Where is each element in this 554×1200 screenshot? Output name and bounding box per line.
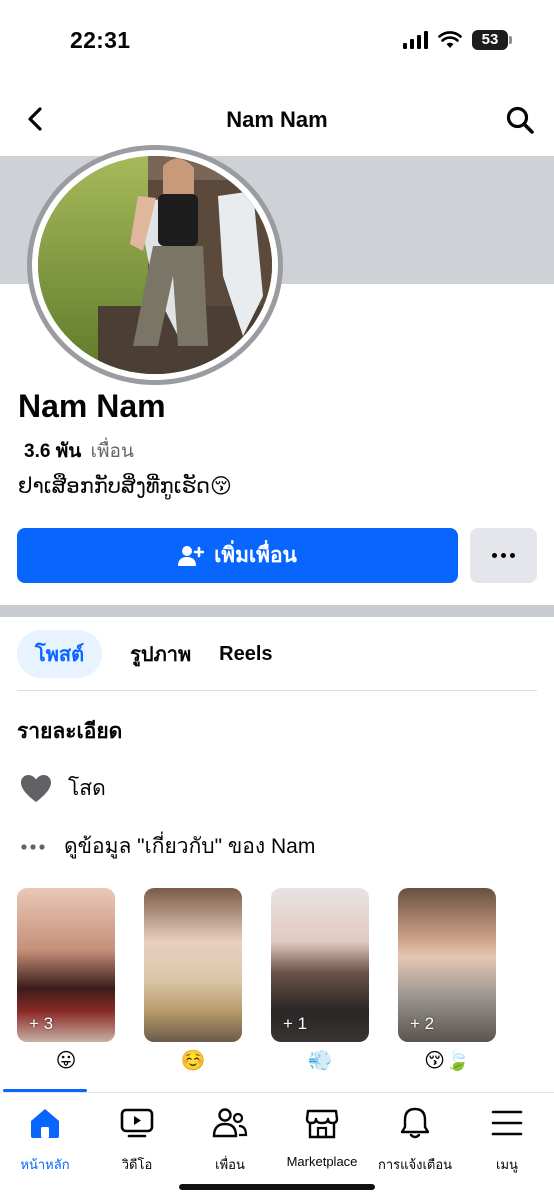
- avatar-container: [14, 120, 290, 380]
- status-time: 22:31: [70, 27, 131, 53]
- nav-marketplace[interactable]: Marketplace: [277, 1105, 367, 1169]
- nav-video-label: วิดีโอ: [121, 1157, 153, 1172]
- about-link[interactable]: ดูข้อมูล "เกี่ยวกับ" ของ Nam: [64, 830, 315, 863]
- nav-friends[interactable]: เพื่อน: [185, 1105, 275, 1175]
- highlight-count: + 2: [410, 1014, 435, 1033]
- profile-name: Nam Nam: [18, 388, 166, 424]
- nav-home-label: หน้าหลัก: [20, 1157, 70, 1172]
- tabs-divider: [17, 690, 537, 691]
- nav-notifications-label: การแจ้งเตือน: [377, 1157, 453, 1172]
- video-icon: [120, 1108, 154, 1138]
- highlight-count: + 3: [29, 1014, 54, 1033]
- nav-marketplace-label: Marketplace: [286, 1154, 358, 1169]
- details-title: รายละเอียด: [17, 720, 123, 743]
- more-dot-icon: [501, 553, 506, 558]
- tab-posts[interactable]: โพสต์: [17, 630, 103, 678]
- add-friend-label: เพิ่มเพื่อน: [214, 544, 297, 567]
- profile-avatar[interactable]: [32, 150, 278, 380]
- nav-notifications[interactable]: การแจ้งเตือน: [370, 1105, 460, 1175]
- nav-video[interactable]: วิดีโอ: [92, 1105, 182, 1175]
- highlight-item[interactable]: + 3 😛: [17, 888, 115, 1073]
- section-divider: [0, 605, 554, 617]
- profile-photo: [38, 156, 272, 374]
- relationship-row: โสด: [20, 772, 106, 805]
- home-icon: [31, 1109, 59, 1138]
- about-row[interactable]: ดูข้อมูล "เกี่ยวกับ" ของ Nam: [20, 830, 315, 863]
- status-bar: 22:31 53: [0, 0, 554, 84]
- bell-icon: [400, 1107, 430, 1139]
- highlight-emoji: 💨: [307, 1050, 333, 1072]
- highlight-count: + 1: [283, 1014, 308, 1033]
- relationship-status: โสด: [68, 777, 106, 800]
- bottom-tab-bar: หน้าหลัก วิดีโอ เพื่อน Marketplace การแจ…: [0, 1092, 554, 1200]
- battery-icon: 53: [472, 30, 512, 50]
- tab-reels[interactable]: Reels: [219, 630, 272, 678]
- search-icon: [506, 106, 534, 134]
- featured-highlights: + 3 😛 ☺️ + 1 💨 + 2 😚🍃: [17, 888, 537, 1078]
- friends-count-line[interactable]: 3.6 พัน เพื่อน: [24, 436, 134, 466]
- add-friend-button[interactable]: เพิ่มเพื่อน: [17, 528, 458, 583]
- profile-tabs: โพสต์ รูปภาพ Reels: [17, 630, 273, 678]
- more-options-button[interactable]: [470, 528, 537, 583]
- friends-label: เพื่อน: [90, 441, 134, 462]
- highlight-thumbnail[interactable]: + 2: [398, 888, 496, 1042]
- friends-count: 3.6 พัน: [24, 441, 82, 462]
- tab-photos[interactable]: รูปภาพ: [130, 630, 191, 678]
- add-person-icon: [178, 545, 205, 566]
- highlight-item[interactable]: + 1 💨: [271, 888, 369, 1073]
- marketplace-icon: [305, 1109, 339, 1139]
- nav-menu-label: เมนู: [496, 1157, 518, 1172]
- highlight-emoji: 😚🍃: [424, 1050, 470, 1072]
- heart-icon: [21, 774, 51, 802]
- highlight-thumbnail[interactable]: [144, 888, 242, 1042]
- highlight-thumbnail[interactable]: + 1: [271, 888, 369, 1042]
- search-button[interactable]: [502, 102, 538, 138]
- profile-bio: ຢາເສືອກກັບສິ່ງທີ່ກູເຮັດ😚: [18, 475, 232, 498]
- highlight-emoji: ☺️: [180, 1050, 206, 1072]
- menu-icon: [491, 1110, 523, 1136]
- nav-home[interactable]: หน้าหลัก: [0, 1105, 90, 1175]
- wifi-icon: [438, 31, 462, 48]
- ellipsis-icon: [21, 843, 45, 850]
- cellular-signal-icon: [403, 31, 428, 49]
- nav-friends-label: เพื่อน: [215, 1157, 245, 1172]
- highlight-item[interactable]: ☺️: [144, 888, 242, 1073]
- more-dot-icon: [492, 553, 497, 558]
- highlight-item[interactable]: + 2 😚🍃: [398, 888, 496, 1073]
- more-dot-icon: [510, 553, 515, 558]
- status-icons: 53: [403, 30, 512, 50]
- nav-menu[interactable]: เมนู: [462, 1105, 552, 1175]
- highlight-thumbnail[interactable]: + 3: [17, 888, 115, 1042]
- friends-icon: [212, 1108, 248, 1138]
- highlight-emoji: 😛: [55, 1050, 77, 1072]
- home-indicator: [179, 1184, 375, 1190]
